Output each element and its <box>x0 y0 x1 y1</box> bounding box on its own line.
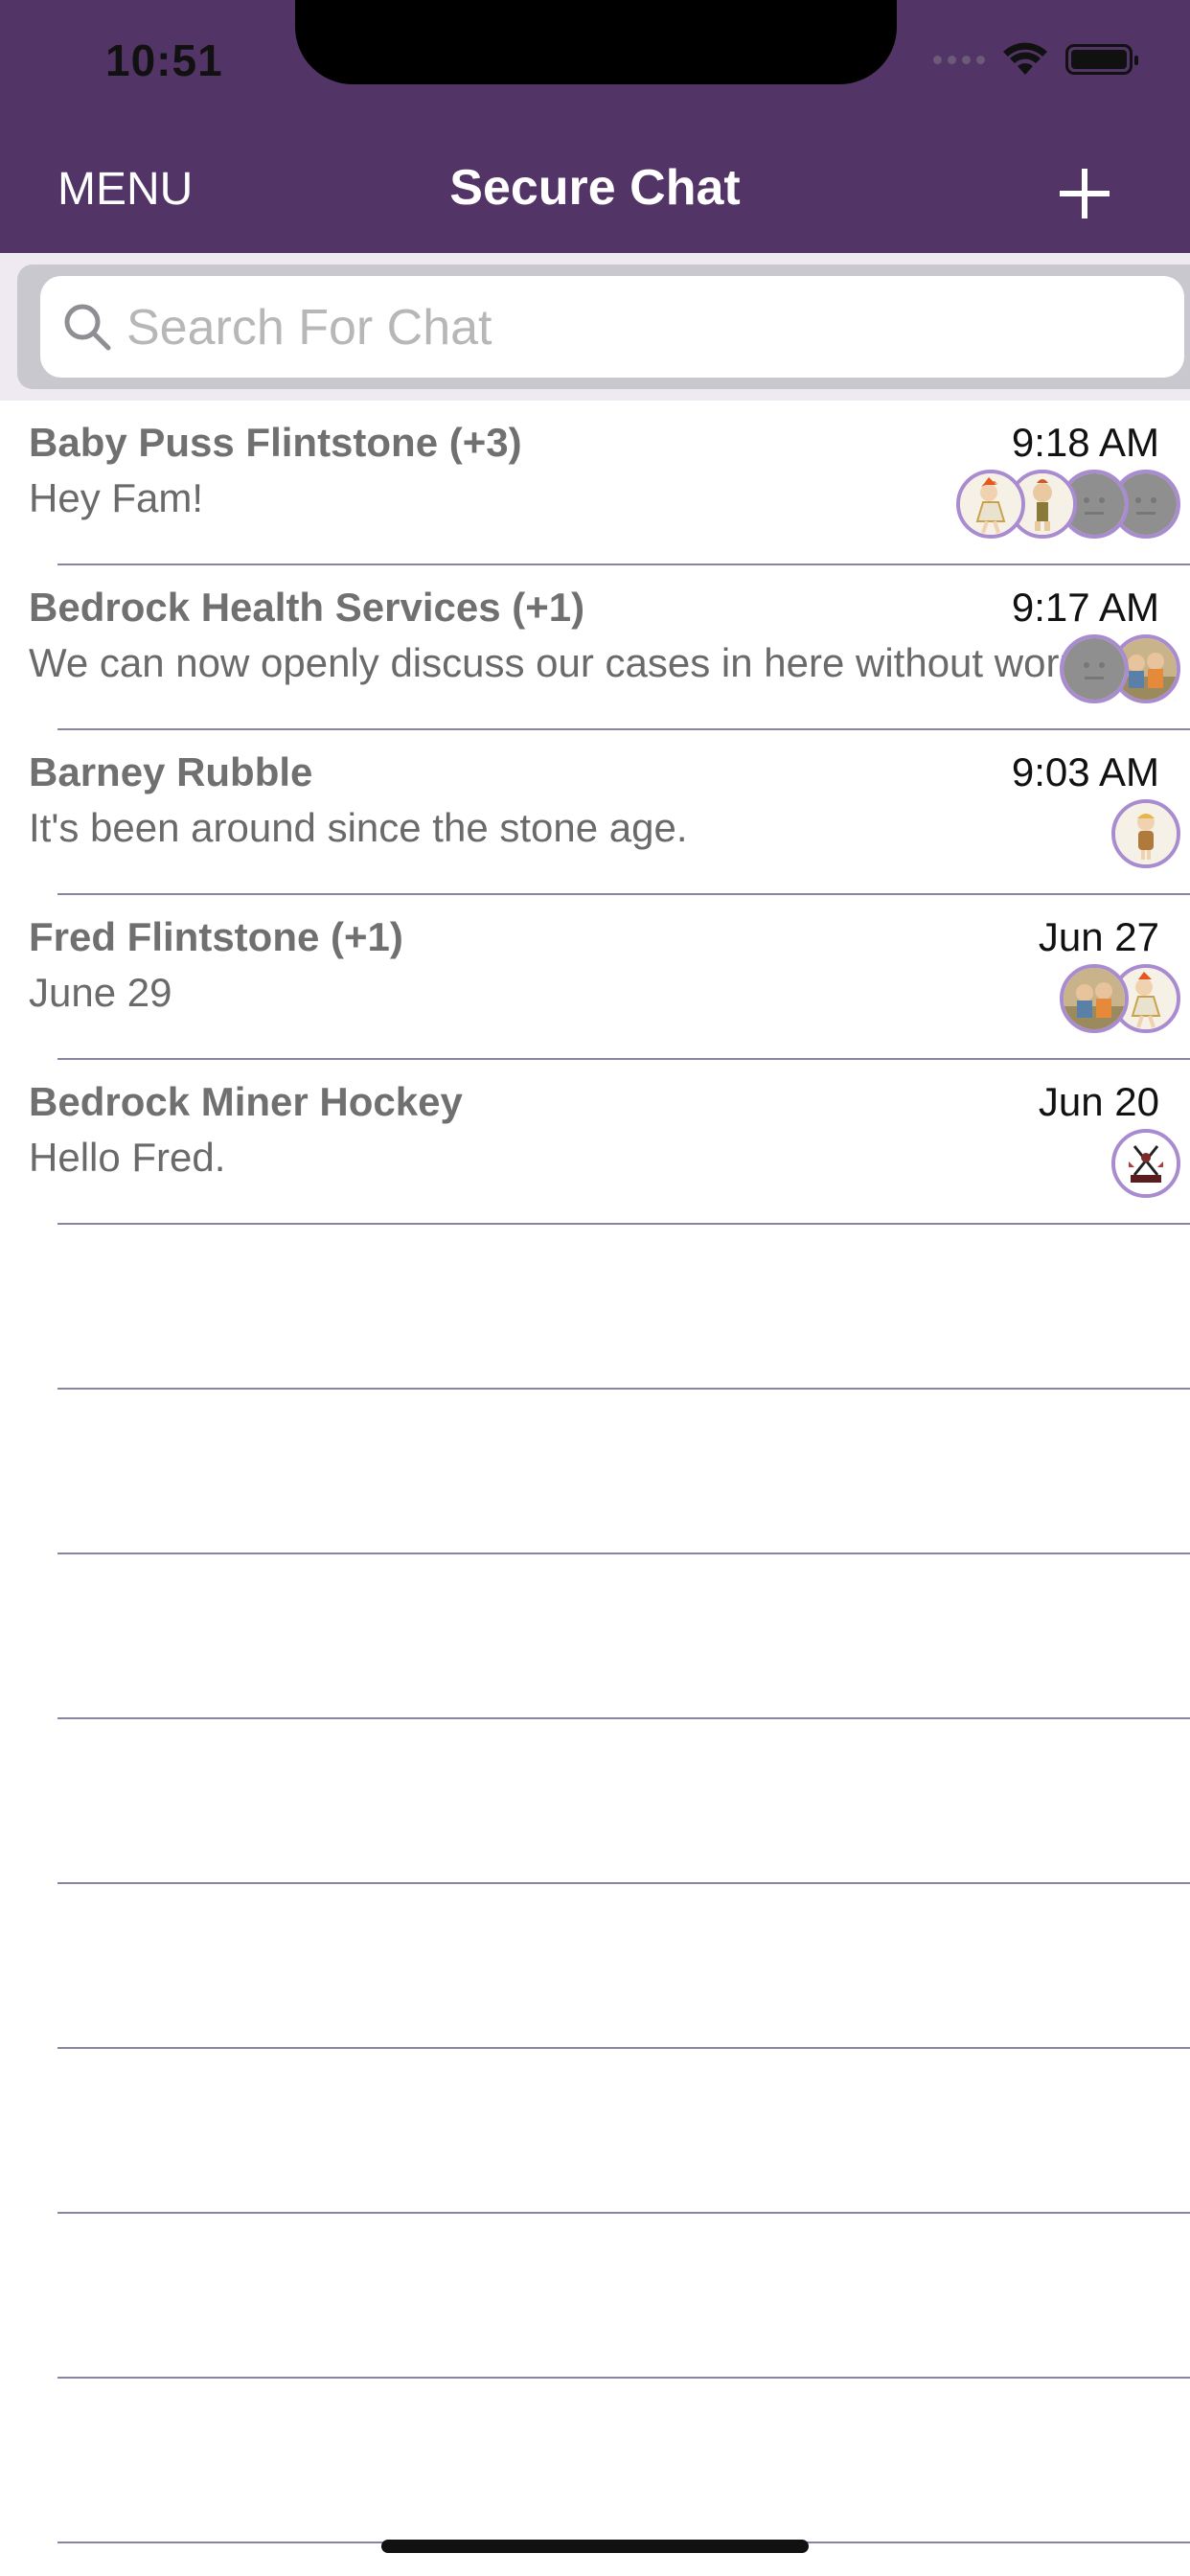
chat-time: Jun 20 <box>1038 1079 1159 1124</box>
empty-row <box>0 1225 1190 1390</box>
chat-preview: It's been around since the stone age. <box>29 805 688 850</box>
avatar-barney <box>1111 799 1180 868</box>
chat-row[interactable]: Bedrock Health Services (+1) We can now … <box>0 565 1190 730</box>
participant-avatars <box>1060 634 1180 703</box>
empty-row <box>0 1719 1190 1884</box>
search-bar <box>0 253 1190 401</box>
chat-row[interactable]: Fred Flintstone (+1) June 29 Jun 27 <box>0 895 1190 1060</box>
chat-time: 9:18 AM <box>1011 420 1159 465</box>
nav-header: 10:51 MENU Secure Chat <box>0 0 1190 253</box>
chat-time: 9:03 AM <box>1011 749 1159 794</box>
chat-preview: We can now openly discuss our cases in h… <box>29 640 1101 685</box>
chat-list: Baby Puss Flintstone (+3) Hey Fam! 9:18 … <box>0 401 1190 2543</box>
participant-avatars <box>1111 799 1180 868</box>
search-icon <box>64 304 111 351</box>
empty-row <box>0 1884 1190 2049</box>
plus-icon[interactable] <box>1054 163 1115 224</box>
search-field[interactable] <box>40 276 1184 380</box>
chat-title: Fred Flintstone (+1) <box>29 914 403 959</box>
chat-preview: June 29 <box>29 970 172 1015</box>
chat-time: 9:17 AM <box>1011 585 1159 630</box>
search-input[interactable] <box>125 276 1163 380</box>
empty-row <box>0 1554 1190 1719</box>
chat-title: Bedrock Miner Hockey <box>29 1079 463 1124</box>
chat-row[interactable]: Baby Puss Flintstone (+3) Hey Fam! 9:18 … <box>0 401 1190 565</box>
empty-row <box>0 1390 1190 1554</box>
chat-title: Bedrock Health Services (+1) <box>29 585 585 630</box>
chat-preview: Hello Fred. <box>29 1135 226 1180</box>
empty-row <box>0 2049 1190 2214</box>
home-indicator[interactable] <box>381 2540 809 2553</box>
avatar-hockey <box>1111 1129 1180 1198</box>
battery-icon <box>1065 44 1138 75</box>
participant-avatars <box>956 470 1180 539</box>
wifi-icon <box>1003 42 1047 75</box>
device-notch <box>295 0 897 84</box>
chat-row[interactable]: Bedrock Miner Hockey Hello Fred. Jun 20 <box>0 1060 1190 1225</box>
avatar-pebbles <box>956 470 1025 539</box>
participant-avatars <box>1111 1129 1180 1198</box>
participant-avatars <box>1060 964 1180 1033</box>
chat-time: Jun 27 <box>1038 914 1159 959</box>
status-time: 10:51 <box>105 35 223 85</box>
page-title: Secure Chat <box>449 160 741 216</box>
chat-title: Baby Puss Flintstone (+3) <box>29 420 522 465</box>
status-icons <box>933 42 1138 77</box>
empty-row <box>0 2379 1190 2543</box>
empty-row <box>0 2214 1190 2379</box>
avatar-default <box>1060 634 1129 703</box>
avatar-family <box>1060 964 1129 1033</box>
chat-row[interactable]: Barney Rubble It's been around since the… <box>0 730 1190 895</box>
cellular-signal-icon <box>933 55 985 64</box>
chat-title: Barney Rubble <box>29 749 313 794</box>
